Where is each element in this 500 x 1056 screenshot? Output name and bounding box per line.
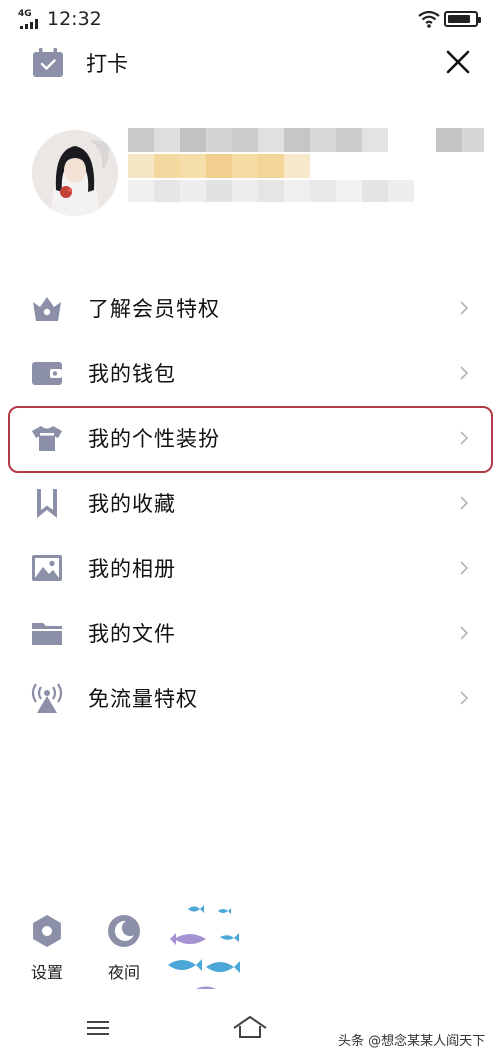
- menu-item-label: 我的收藏: [88, 491, 176, 516]
- menu-item-dress-up[interactable]: 我的个性装扮: [0, 405, 500, 470]
- chevron-right-icon: [460, 365, 469, 380]
- night-label: 夜间: [107, 963, 140, 982]
- settings-label: 设置: [30, 963, 63, 982]
- menu-item-label: 免流量特权: [88, 686, 198, 711]
- home-icon[interactable]: [230, 1014, 270, 1040]
- wifi-icon: [418, 10, 440, 28]
- avatar-illustration: [32, 130, 118, 216]
- chevron-right-icon: [460, 495, 469, 510]
- chevron-right-icon: [460, 300, 469, 315]
- chevron-right-icon: [460, 690, 469, 705]
- calendar-check-icon: [33, 48, 63, 77]
- profile-info-blurred: [128, 128, 488, 208]
- menu-item-label: 我的钱包: [88, 361, 176, 386]
- menu-item-favorites[interactable]: 我的收藏: [0, 470, 500, 535]
- menu-item-label: 我的个性装扮: [88, 426, 220, 451]
- battery-level: [448, 15, 471, 23]
- menu-item-wallet[interactable]: 我的钱包: [0, 340, 500, 405]
- menu-item-label: 我的相册: [88, 556, 176, 581]
- fish-ball-icon[interactable]: [160, 895, 250, 995]
- chevron-right-icon: [460, 430, 469, 445]
- avatar[interactable]: [32, 130, 118, 216]
- status-bar: 4G 12:32: [0, 0, 500, 40]
- battery-icon: [444, 11, 481, 27]
- menu-item-free-data[interactable]: 免流量特权: [0, 665, 500, 730]
- tshirt-icon: [32, 425, 62, 451]
- chevron-right-icon: [460, 560, 469, 575]
- close-icon[interactable]: [440, 44, 476, 80]
- bookmark-icon: [37, 488, 57, 518]
- checkin-button[interactable]: 打卡: [32, 45, 128, 81]
- gear-icon: [33, 915, 61, 947]
- menu-item-vip[interactable]: 了解会员特权: [0, 275, 500, 340]
- checkin-label: 打卡: [86, 52, 128, 76]
- watermark-text: 头条 @想念某某人阎天下: [338, 1034, 486, 1049]
- signal-tower-icon: [31, 682, 63, 713]
- menu-item-label: 我的文件: [88, 621, 176, 646]
- chevron-right-icon: [460, 625, 469, 640]
- menu-list: 了解会员特权 我的钱包 我的个性装扮 我的收藏 我的相册 我的文件 免流量特权: [0, 275, 500, 730]
- wallet-icon: [32, 361, 62, 385]
- status-time: 12:32: [47, 8, 102, 30]
- menu-item-files[interactable]: 我的文件: [0, 600, 500, 665]
- vip-crown-icon: [33, 296, 61, 321]
- signal-icon: [20, 19, 38, 29]
- night-mode-button[interactable]: 夜间: [94, 913, 154, 983]
- settings-button[interactable]: 设置: [17, 913, 77, 983]
- menu-item-album[interactable]: 我的相册: [0, 535, 500, 600]
- folder-icon: [32, 622, 62, 645]
- menu-icon[interactable]: [85, 1018, 111, 1038]
- network-type: 4G: [18, 9, 32, 19]
- moon-icon: [108, 915, 140, 947]
- menu-item-label: 了解会员特权: [88, 296, 220, 321]
- photo-icon: [32, 554, 62, 581]
